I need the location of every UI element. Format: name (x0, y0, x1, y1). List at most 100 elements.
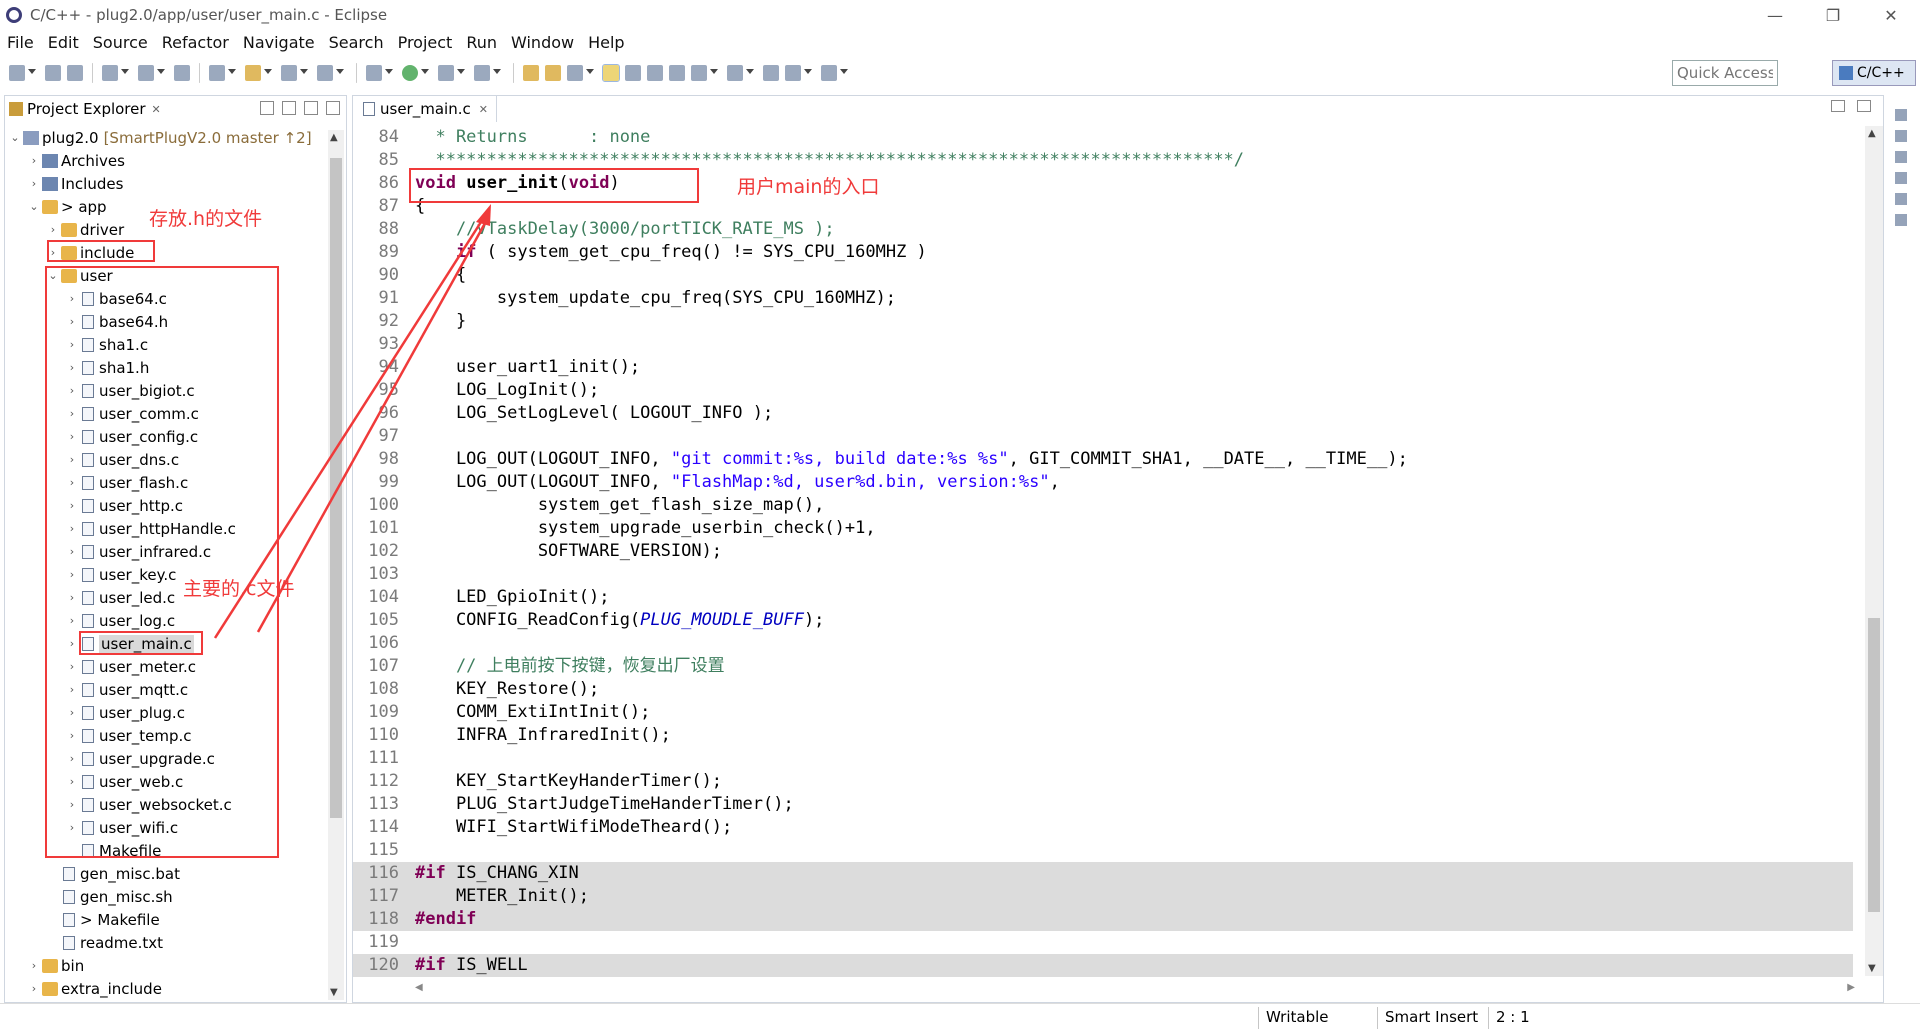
new-class-icon[interactable] (281, 65, 297, 81)
open-resource-icon[interactable] (545, 65, 561, 81)
last-edit-icon[interactable] (763, 65, 779, 81)
editor-vertical-scrollbar[interactable]: ▲ ▼ (1865, 126, 1883, 976)
chevron-down-icon[interactable] (300, 69, 308, 77)
scroll-up-icon[interactable]: ▲ (1868, 128, 1876, 139)
new-project-icon[interactable] (209, 65, 225, 81)
minimize-button[interactable]: — (1746, 0, 1804, 30)
chevron-down-icon[interactable] (336, 69, 344, 77)
explorer-scrollbar[interactable]: ▲ ▼ (328, 130, 344, 1000)
quick-access-input[interactable] (1672, 60, 1778, 86)
tree-item[interactable]: › Archives (5, 149, 327, 172)
code-line[interactable]: 119 (353, 931, 1853, 954)
tree-item[interactable]: › bin (5, 954, 327, 977)
code-line[interactable]: 95 LOG_LogInit(); (353, 379, 1853, 402)
code-line[interactable]: 103 (353, 563, 1853, 586)
close-window-button[interactable]: ✕ (1862, 0, 1920, 30)
collapse-all-icon[interactable] (260, 101, 274, 115)
chevron-down-icon[interactable] (421, 69, 429, 77)
chevron-down-icon[interactable] (264, 69, 272, 77)
open-type-icon[interactable] (523, 65, 539, 81)
editor-tab-user-main[interactable]: user_main.c ✕ (355, 96, 497, 122)
code-line[interactable]: 107 // 上电前按下按键，恢复出厂设置 (353, 655, 1853, 678)
chevron-right-icon[interactable]: › (28, 177, 40, 190)
close-icon[interactable]: ✕ (479, 103, 488, 116)
scroll-right-icon[interactable]: ▶ (1847, 982, 1855, 993)
properties-view-icon[interactable] (1895, 172, 1907, 184)
code-line[interactable]: 106 (353, 632, 1853, 655)
forward-icon[interactable] (821, 65, 837, 81)
tasks-view-icon[interactable] (1895, 193, 1907, 205)
code-line[interactable]: 113 PLUG_StartJudgeTimeHanderTimer(); (353, 793, 1853, 816)
scroll-down-icon[interactable]: ▼ (1868, 963, 1876, 974)
tree-item[interactable]: gen_misc.bat (5, 862, 327, 885)
next-annotation-icon[interactable] (691, 65, 707, 81)
code-line[interactable]: 104 LED_GpioInit(); (353, 586, 1853, 609)
code-line[interactable]: 115 (353, 839, 1853, 862)
chevron-down-icon[interactable] (804, 69, 812, 77)
external-tools-icon[interactable] (474, 65, 490, 81)
build-icon[interactable] (138, 65, 154, 81)
code-line[interactable]: 84 * Returns : none (353, 126, 1853, 149)
chevron-down-icon[interactable] (228, 69, 236, 77)
code-line[interactable]: 108 KEY_Restore(); (353, 678, 1853, 701)
debug-icon[interactable] (366, 65, 382, 81)
minimize-view-icon[interactable] (304, 101, 318, 115)
build-settings-icon[interactable] (102, 65, 118, 81)
toggle-mark-occurrences-icon[interactable] (602, 64, 620, 82)
code-area[interactable]: 84 * Returns : none 85 ******************… (353, 126, 1853, 977)
profile-icon[interactable] (438, 65, 454, 81)
chevron-down-icon[interactable] (840, 69, 848, 77)
code-line[interactable]: 91 system_update_cpu_freq(SYS_CPU_160MHZ… (353, 287, 1853, 310)
chevron-down-icon[interactable] (457, 69, 465, 77)
chevron-down-icon[interactable]: ⌄ (28, 200, 40, 213)
menu-navigate[interactable]: Navigate (236, 33, 322, 52)
code-line[interactable]: 94 user_uart1_init(); (353, 356, 1853, 379)
console-view-icon[interactable] (1895, 151, 1907, 163)
project-explorer-tab[interactable]: Project Explorer ✕ (5, 96, 346, 122)
code-line[interactable]: 98 LOG_OUT(LOGOUT_INFO, "git commit:%s, … (353, 448, 1853, 471)
menu-edit[interactable]: Edit (41, 33, 86, 52)
search-icon[interactable] (567, 65, 583, 81)
code-line[interactable]: 89 if ( system_get_cpu_freq() != SYS_CPU… (353, 241, 1853, 264)
tree-item-project[interactable]: ⌄ plug2.0 [SmartPlugV2.0 master ↑2] (5, 126, 327, 149)
editor-scroll-thumb[interactable] (1868, 618, 1880, 912)
close-icon[interactable]: ✕ (152, 103, 161, 116)
code-line[interactable]: 111 (353, 747, 1853, 770)
chevron-right-icon[interactable]: › (28, 982, 40, 995)
chevron-down-icon[interactable] (385, 69, 393, 77)
chevron-right-icon[interactable]: › (28, 959, 40, 972)
run-icon[interactable] (402, 65, 418, 81)
code-line[interactable]: 88 //vTaskDelay(3000/portTICK_RATE_MS ); (353, 218, 1853, 241)
chevron-down-icon[interactable] (157, 69, 165, 77)
scroll-down-icon[interactable]: ▼ (330, 987, 338, 998)
menu-help[interactable]: Help (581, 33, 631, 52)
code-line[interactable]: 100 system_get_flash_size_map(), (353, 494, 1853, 517)
code-line[interactable]: 112 KEY_StartKeyHanderTimer(); (353, 770, 1853, 793)
chevron-down-icon[interactable] (710, 69, 718, 77)
code-line[interactable]: 102 SOFTWARE_VERSION); (353, 540, 1853, 563)
chevron-down-icon[interactable] (121, 69, 129, 77)
prev-annotation-icon[interactable] (727, 65, 743, 81)
menu-run[interactable]: Run (459, 33, 504, 52)
scroll-left-icon[interactable]: ◀ (415, 982, 423, 993)
code-line[interactable]: 92 } (353, 310, 1853, 333)
chevron-down-icon[interactable] (746, 69, 754, 77)
chevron-right-icon[interactable]: › (28, 154, 40, 167)
search-view-icon[interactable] (1895, 214, 1907, 226)
block-selection-icon[interactable] (669, 65, 685, 81)
editor-horizontal-scrollbar[interactable]: ◀ ▶ (415, 982, 1855, 998)
outline-view-icon[interactable] (1895, 109, 1907, 121)
save-icon[interactable] (45, 65, 61, 81)
code-line[interactable]: 116 #if IS_CHANG_XIN (353, 862, 1853, 885)
maximize-view-icon[interactable] (326, 101, 340, 115)
new-icon[interactable] (9, 65, 25, 81)
tree-item[interactable]: › Includes (5, 172, 327, 195)
menu-project[interactable]: Project (391, 33, 460, 52)
code-line[interactable]: 97 (353, 425, 1853, 448)
code-line[interactable]: 96 LOG_SetLogLevel( LOGOUT_INFO ); (353, 402, 1853, 425)
tree-item[interactable]: › extra_include (5, 977, 327, 1000)
code-line[interactable]: 93 (353, 333, 1853, 356)
chevron-down-icon[interactable]: ⌄ (9, 131, 21, 144)
tree-item[interactable]: readme.txt (5, 931, 327, 954)
tree-item[interactable]: gen_misc.sh (5, 885, 327, 908)
